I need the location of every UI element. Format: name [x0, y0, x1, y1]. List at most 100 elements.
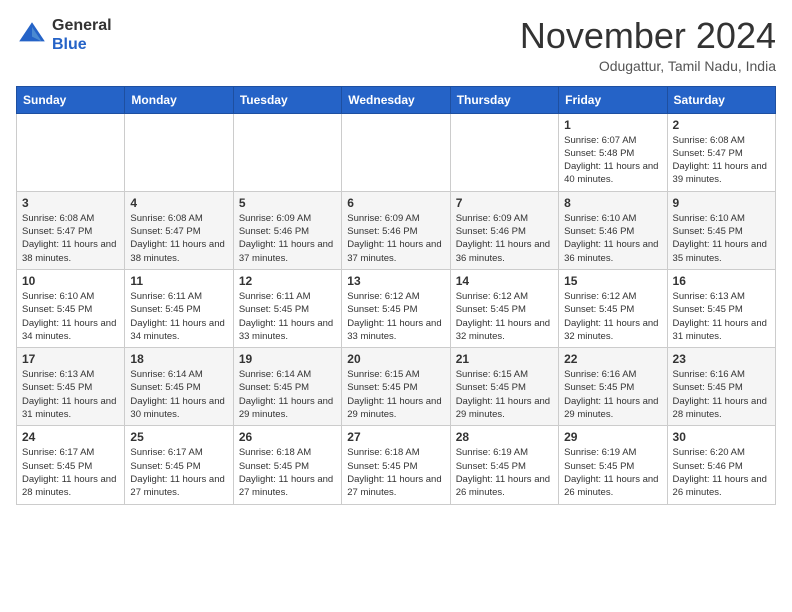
calendar-cell: 7Sunrise: 6:09 AM Sunset: 5:46 PM Daylig…	[450, 191, 558, 269]
day-info: Sunrise: 6:15 AM Sunset: 5:45 PM Dayligh…	[456, 368, 553, 421]
calendar-week-5: 24 Sunrise: 6:17 AM Sunset: 5:45 PM Dayli…	[17, 426, 776, 504]
calendar-cell: 20 Sunrise: 6:15 AM Sunset: 5:45 PM Dayli…	[342, 348, 450, 426]
calendar-cell: 9Sunrise: 6:10 AM Sunset: 5:45 PM Daylig…	[667, 191, 775, 269]
calendar-week-2: 3 Sunrise: 6:08 AM Sunset: 5:47 PM Daylig…	[17, 191, 776, 269]
day-info: Sunrise: 6:19 AM Sunset: 5:45 PM Dayligh…	[456, 446, 553, 499]
day-info: Sunrise: 6:14 AM Sunset: 5:45 PM Dayligh…	[130, 368, 227, 421]
day-number: 30	[673, 430, 770, 444]
calendar-week-3: 10Sunrise: 6:10 AM Sunset: 5:45 PM Dayli…	[17, 269, 776, 347]
day-number: 6	[347, 196, 444, 210]
calendar-cell: 19 Sunrise: 6:14 AM Sunset: 5:45 PM Dayli…	[233, 348, 341, 426]
title-block: November 2024 Odugattur, Tamil Nadu, Ind…	[520, 16, 776, 74]
day-number: 24	[22, 430, 119, 444]
day-info: Sunrise: 6:19 AM Sunset: 5:45 PM Dayligh…	[564, 446, 661, 499]
day-number: 12	[239, 274, 336, 288]
calendar-cell: 3 Sunrise: 6:08 AM Sunset: 5:47 PM Daylig…	[17, 191, 125, 269]
day-number: 28	[456, 430, 553, 444]
calendar-cell: 25 Sunrise: 6:17 AM Sunset: 5:45 PM Dayli…	[125, 426, 233, 504]
calendar-cell: 13Sunrise: 6:12 AM Sunset: 5:45 PM Dayli…	[342, 269, 450, 347]
day-info: Sunrise: 6:13 AM Sunset: 5:45 PM Dayligh…	[22, 368, 119, 421]
calendar-header-row: SundayMondayTuesdayWednesdayThursdayFrid…	[17, 86, 776, 113]
day-info: Sunrise: 6:12 AM Sunset: 5:45 PM Dayligh…	[564, 290, 661, 343]
month-title: November 2024	[520, 16, 776, 56]
day-number: 1	[564, 118, 661, 132]
day-number: 26	[239, 430, 336, 444]
calendar-cell	[342, 113, 450, 191]
calendar-cell: 23 Sunrise: 6:16 AM Sunset: 5:45 PM Dayli…	[667, 348, 775, 426]
day-number: 16	[673, 274, 770, 288]
day-number: 22	[564, 352, 661, 366]
logo-general: General	[52, 16, 112, 35]
day-number: 15	[564, 274, 661, 288]
calendar-cell: 15 Sunrise: 6:12 AM Sunset: 5:45 PM Dayli…	[559, 269, 667, 347]
day-number: 29	[564, 430, 661, 444]
day-info: Sunrise: 6:10 AM Sunset: 5:46 PM Dayligh…	[564, 212, 661, 265]
calendar-cell	[450, 113, 558, 191]
day-info: Sunrise: 6:16 AM Sunset: 5:45 PM Dayligh…	[673, 368, 770, 421]
calendar-cell: 1 Sunrise: 6:07 AM Sunset: 5:48 PM Daylig…	[559, 113, 667, 191]
logo-blue: Blue	[52, 35, 112, 54]
day-info: Sunrise: 6:11 AM Sunset: 5:45 PM Dayligh…	[130, 290, 227, 343]
day-number: 10	[22, 274, 119, 288]
day-number: 14	[456, 274, 553, 288]
calendar-cell: 26Sunrise: 6:18 AM Sunset: 5:45 PM Dayli…	[233, 426, 341, 504]
logo-icon	[16, 19, 48, 51]
day-number: 23	[673, 352, 770, 366]
day-number: 4	[130, 196, 227, 210]
day-info: Sunrise: 6:11 AM Sunset: 5:45 PM Dayligh…	[239, 290, 336, 343]
day-info: Sunrise: 6:16 AM Sunset: 5:45 PM Dayligh…	[564, 368, 661, 421]
calendar-cell: 28 Sunrise: 6:19 AM Sunset: 5:45 PM Dayli…	[450, 426, 558, 504]
calendar-cell: 12 Sunrise: 6:11 AM Sunset: 5:45 PM Dayli…	[233, 269, 341, 347]
calendar-cell: 17 Sunrise: 6:13 AM Sunset: 5:45 PM Dayli…	[17, 348, 125, 426]
day-info: Sunrise: 6:18 AM Sunset: 5:45 PM Dayligh…	[347, 446, 444, 499]
calendar-cell: 22 Sunrise: 6:16 AM Sunset: 5:45 PM Dayli…	[559, 348, 667, 426]
weekday-header-friday: Friday	[559, 86, 667, 113]
weekday-header-saturday: Saturday	[667, 86, 775, 113]
day-info: Sunrise: 6:09 AM Sunset: 5:46 PM Dayligh…	[347, 212, 444, 265]
day-info: Sunrise: 6:14 AM Sunset: 5:45 PM Dayligh…	[239, 368, 336, 421]
location-subtitle: Odugattur, Tamil Nadu, India	[520, 58, 776, 74]
calendar-cell: 11Sunrise: 6:11 AM Sunset: 5:45 PM Dayli…	[125, 269, 233, 347]
calendar-cell: 4 Sunrise: 6:08 AM Sunset: 5:47 PM Daylig…	[125, 191, 233, 269]
calendar-cell: 29 Sunrise: 6:19 AM Sunset: 5:45 PM Dayli…	[559, 426, 667, 504]
weekday-header-wednesday: Wednesday	[342, 86, 450, 113]
calendar-cell: 21 Sunrise: 6:15 AM Sunset: 5:45 PM Dayli…	[450, 348, 558, 426]
day-info: Sunrise: 6:15 AM Sunset: 5:45 PM Dayligh…	[347, 368, 444, 421]
day-number: 8	[564, 196, 661, 210]
calendar-cell: 5Sunrise: 6:09 AM Sunset: 5:46 PM Daylig…	[233, 191, 341, 269]
calendar-cell: 14 Sunrise: 6:12 AM Sunset: 5:45 PM Dayli…	[450, 269, 558, 347]
day-info: Sunrise: 6:07 AM Sunset: 5:48 PM Dayligh…	[564, 134, 661, 187]
calendar-cell: 30 Sunrise: 6:20 AM Sunset: 5:46 PM Dayli…	[667, 426, 775, 504]
logo: General Blue	[16, 16, 112, 54]
day-number: 2	[673, 118, 770, 132]
day-number: 27	[347, 430, 444, 444]
day-info: Sunrise: 6:13 AM Sunset: 5:45 PM Dayligh…	[673, 290, 770, 343]
day-number: 20	[347, 352, 444, 366]
day-info: Sunrise: 6:08 AM Sunset: 5:47 PM Dayligh…	[130, 212, 227, 265]
calendar-cell: 16 Sunrise: 6:13 AM Sunset: 5:45 PM Dayli…	[667, 269, 775, 347]
day-number: 19	[239, 352, 336, 366]
day-info: Sunrise: 6:08 AM Sunset: 5:47 PM Dayligh…	[673, 134, 770, 187]
day-number: 3	[22, 196, 119, 210]
day-info: Sunrise: 6:08 AM Sunset: 5:47 PM Dayligh…	[22, 212, 119, 265]
day-info: Sunrise: 6:17 AM Sunset: 5:45 PM Dayligh…	[130, 446, 227, 499]
day-info: Sunrise: 6:17 AM Sunset: 5:45 PM Dayligh…	[22, 446, 119, 499]
calendar-cell	[233, 113, 341, 191]
day-number: 21	[456, 352, 553, 366]
weekday-header-sunday: Sunday	[17, 86, 125, 113]
day-number: 25	[130, 430, 227, 444]
weekday-header-tuesday: Tuesday	[233, 86, 341, 113]
calendar-cell: 18Sunrise: 6:14 AM Sunset: 5:45 PM Dayli…	[125, 348, 233, 426]
day-info: Sunrise: 6:12 AM Sunset: 5:45 PM Dayligh…	[456, 290, 553, 343]
weekday-header-monday: Monday	[125, 86, 233, 113]
calendar-cell	[17, 113, 125, 191]
day-number: 17	[22, 352, 119, 366]
calendar-cell: 6 Sunrise: 6:09 AM Sunset: 5:46 PM Daylig…	[342, 191, 450, 269]
day-number: 9	[673, 196, 770, 210]
calendar-cell	[125, 113, 233, 191]
calendar-cell: 8 Sunrise: 6:10 AM Sunset: 5:46 PM Daylig…	[559, 191, 667, 269]
calendar-week-1: 1 Sunrise: 6:07 AM Sunset: 5:48 PM Daylig…	[17, 113, 776, 191]
day-info: Sunrise: 6:20 AM Sunset: 5:46 PM Dayligh…	[673, 446, 770, 499]
day-info: Sunrise: 6:09 AM Sunset: 5:46 PM Dayligh…	[239, 212, 336, 265]
calendar-cell: 24 Sunrise: 6:17 AM Sunset: 5:45 PM Dayli…	[17, 426, 125, 504]
